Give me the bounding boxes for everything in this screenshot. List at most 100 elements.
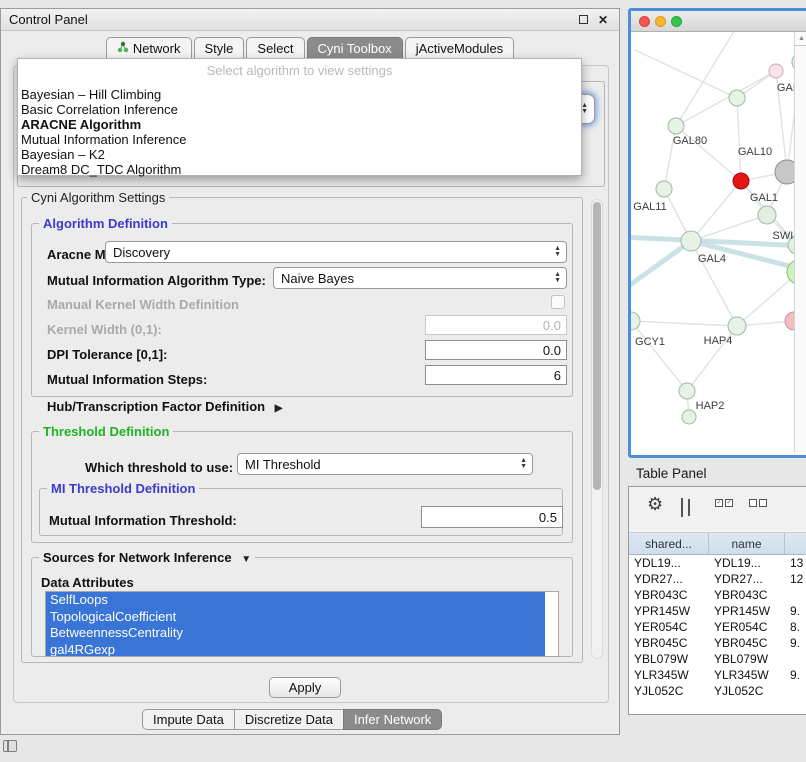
network-canvas[interactable]: GAL80GAL10GAL11GAL1SWI4GAL4GCY1HAP4HAP2G…: [631, 32, 806, 452]
attribute-item[interactable]: SelfLoops: [46, 592, 545, 609]
table-row[interactable]: YJL052CYJL052C: [629, 683, 806, 699]
settings-scrollbar-thumb[interactable]: [593, 202, 601, 490]
close-window-icon[interactable]: ✕: [595, 12, 611, 28]
table-row[interactable]: YPR145WYPR145W9.: [629, 603, 806, 619]
apply-button[interactable]: Apply: [269, 677, 341, 698]
settings-group-title: Cyni Algorithm Settings: [27, 190, 169, 205]
algorithm-option[interactable]: Basic Correlation Inference: [18, 102, 581, 117]
mi-steps-label: Mutual Information Steps:: [47, 372, 207, 387]
combo-arrows-icon: ▲▼: [549, 246, 566, 258]
dpi-tolerance-field[interactable]: [425, 340, 567, 360]
network-node[interactable]: [682, 410, 696, 424]
tab-select[interactable]: Select: [246, 37, 304, 59]
mi-type-combo[interactable]: Naive Bayes ▲▼: [273, 267, 567, 289]
table-row[interactable]: YDL19...YDL19...13: [629, 555, 806, 571]
table-row[interactable]: YBR045CYBR045C9.: [629, 635, 806, 651]
attribute-item[interactable]: BetweennessCentrality: [46, 625, 545, 642]
tab-infer-network[interactable]: Infer Network: [343, 709, 442, 730]
column-header[interactable]: name: [709, 533, 785, 554]
tab-cyni-toolbox[interactable]: Cyni Toolbox: [307, 37, 403, 59]
scroll-up-icon[interactable]: ▲: [795, 32, 806, 46]
table-row[interactable]: YBR043CYBR043C: [629, 587, 806, 603]
network-edge: [635, 50, 737, 98]
mi-steps-field[interactable]: [425, 365, 567, 385]
manual-kernel-checkbox[interactable]: [551, 295, 565, 309]
table-row[interactable]: YDR27...YDR27...12: [629, 571, 806, 587]
column-header[interactable]: shared...: [629, 533, 709, 554]
window-title: Control Panel: [9, 12, 571, 27]
mi-threshold-label: Mutual Information Threshold:: [49, 513, 237, 528]
algorithm-option[interactable]: Mutual Information Inference: [18, 132, 581, 147]
table-cell: 9.: [785, 667, 806, 683]
minimize-traffic-light[interactable]: [655, 16, 666, 27]
network-node[interactable]: [729, 90, 745, 106]
kernel-width-label: Kernel Width (0,1):: [47, 322, 162, 337]
which-threshold-combo[interactable]: MI Threshold ▲▼: [237, 453, 533, 475]
table-row[interactable]: YLR345WYLR345W9.: [629, 667, 806, 683]
table-cell: YLR345W: [709, 667, 785, 683]
network-node[interactable]: [631, 312, 640, 330]
network-node[interactable]: [728, 317, 746, 335]
which-threshold-label: Which threshold to use:: [85, 460, 233, 475]
tab-label: Cyni Toolbox: [318, 41, 392, 56]
table-cell: 9.: [785, 603, 806, 619]
attribute-item[interactable]: TopologicalCoefficient: [46, 609, 545, 626]
table-cell: YDR27...: [709, 571, 785, 587]
zoom-traffic-light[interactable]: [671, 16, 682, 27]
algorithm-option[interactable]: Dream8 DC_TDC Algorithm: [18, 162, 581, 177]
close-traffic-light[interactable]: [639, 16, 650, 27]
data-attributes-list[interactable]: SelfLoopsTopologicalCoefficientBetweenne…: [45, 591, 559, 657]
settings-gear-icon[interactable]: ⚙: [647, 495, 663, 513]
table-cell: YER054C: [629, 619, 709, 635]
algorithm-dropdown-popup: Select algorithm to view settings Bayesi…: [17, 58, 582, 176]
attribute-item[interactable]: gal4RGexp: [46, 642, 545, 658]
tab-label: Style: [205, 41, 234, 56]
control-panel-titlebar: Control Panel ✕: [1, 9, 619, 31]
network-node[interactable]: [681, 231, 701, 251]
table-cell: 12: [785, 571, 806, 587]
tab-discretize-data[interactable]: Discretize Data: [234, 709, 344, 730]
network-node[interactable]: [769, 64, 783, 78]
network-node[interactable]: [656, 181, 672, 197]
column-header[interactable]: [785, 533, 806, 554]
table-cell: YBR043C: [709, 587, 785, 603]
docked-panel-icon[interactable]: [3, 740, 17, 752]
table-header-row: shared...name: [629, 533, 806, 555]
algorithm-option[interactable]: ARACNE Algorithm: [18, 117, 581, 132]
table-cell: YPR145W: [709, 603, 785, 619]
network-node[interactable]: [733, 173, 749, 189]
combo-arrows-icon: ▲▼: [549, 272, 566, 284]
table-cell: 9.: [785, 635, 806, 651]
node-label: GAL11: [633, 201, 666, 213]
network-scrollbar[interactable]: ▲: [794, 32, 806, 452]
kernel-width-field[interactable]: [425, 315, 567, 335]
dpi-tolerance-label: DPI Tolerance [0,1]:: [47, 347, 167, 362]
select-checked-icon[interactable]: ✓✓: [715, 499, 733, 507]
combo-arrows-icon: ▲▼: [515, 458, 532, 470]
hub-section-label[interactable]: Hub/Transcription Factor Definition ▶: [47, 399, 282, 414]
mi-threshold-field[interactable]: [421, 506, 563, 528]
float-window-icon[interactable]: [575, 12, 591, 28]
settings-scrollbar[interactable]: [591, 199, 603, 659]
table-cell: YBL079W: [629, 651, 709, 667]
network-node[interactable]: [758, 206, 776, 224]
tab-style[interactable]: Style: [194, 37, 245, 59]
table-cell: YBR045C: [709, 635, 785, 651]
table-panel-title: Table Panel: [636, 466, 707, 481]
tab-network[interactable]: Network: [106, 37, 192, 59]
select-unchecked-icon[interactable]: [749, 499, 767, 507]
tab-jactivemodules[interactable]: jActiveModules: [405, 37, 514, 59]
table-cell: YJL052C: [629, 683, 709, 699]
table-row[interactable]: YBL079WYBL079W: [629, 651, 806, 667]
collapsed-arrow-icon[interactable]: ▶: [275, 403, 283, 414]
expanded-arrow-icon[interactable]: ▼: [241, 554, 251, 565]
aracne-mode-combo[interactable]: Discovery ▲▼: [105, 241, 567, 263]
network-node[interactable]: [679, 383, 695, 399]
table-row[interactable]: YER054CYER054C8.: [629, 619, 806, 635]
tab-impute-data[interactable]: Impute Data: [142, 709, 235, 730]
sources-group-title[interactable]: Sources for Network Inference ▼: [39, 550, 255, 565]
network-node[interactable]: [668, 118, 684, 134]
algorithm-option[interactable]: Bayesian – Hill Climbing: [18, 87, 581, 102]
split-panel-icon[interactable]: [681, 498, 683, 517]
algorithm-option[interactable]: Bayesian – K2: [18, 147, 581, 162]
